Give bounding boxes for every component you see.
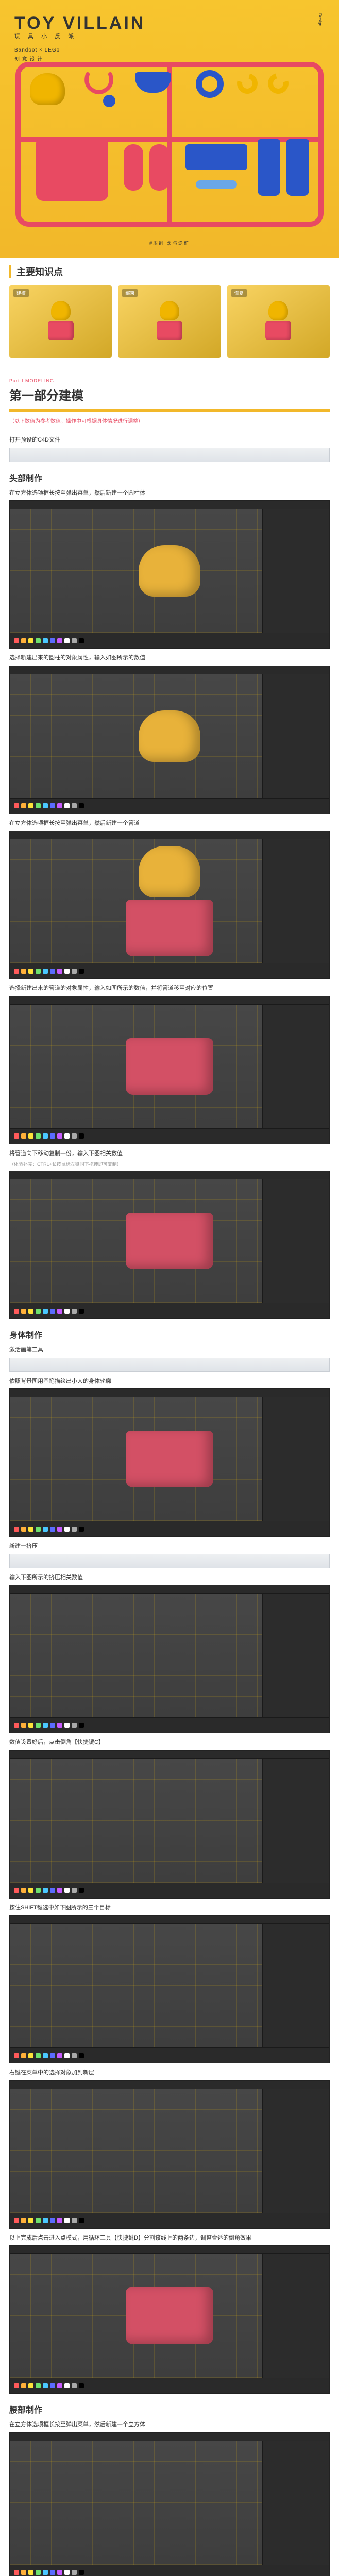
screenshot (9, 1388, 330, 1537)
part1-tag: Part I MODELING (9, 378, 330, 383)
screenshot (9, 1171, 330, 1319)
part1-title: 第一部分建模 (9, 385, 330, 403)
part-leg1 (258, 139, 280, 196)
step-hint: （体验补充：CTRL+长按鼠标左键同下拖拽即可复制） (9, 1161, 330, 1167)
knowledge-section: 主要知识点 建模 绑束 恢复 (0, 258, 339, 368)
knowledge-card: 绑束 (118, 285, 221, 358)
step-text: 右键在菜单中的选择对象加到新层 (9, 2069, 330, 2077)
screenshot (9, 1915, 330, 2063)
screenshot (9, 996, 330, 1144)
step-text: 打开预设的C4D文件 (9, 436, 330, 445)
part-arm1 (124, 144, 143, 191)
screenshot (9, 2080, 330, 2229)
step-text: 依照背景图用画笔描绘出小人的身体轮廓 (9, 1377, 330, 1386)
sprue-frame (15, 62, 324, 227)
part-hand2 (264, 70, 293, 98)
screenshot (9, 2432, 330, 2576)
part-hand1 (233, 70, 262, 98)
step-text: 新建一挤压 (9, 1542, 330, 1551)
knowledge-card: 建模 (9, 285, 112, 358)
step-text: 激活画笔工具 (9, 1346, 330, 1354)
screenshot (9, 1750, 330, 1899)
part1-header: Part I MODELING 第一部分建模 （以下数值为参考数值，操作中可根据… (0, 368, 339, 431)
step-text: 将管道向下移动复制一份，输入下图相关数值 (9, 1149, 330, 1158)
part-torso (36, 139, 108, 201)
hero-title-cn: 玩 具 小 反 派 (14, 32, 77, 40)
step-heading: 腰部制作 (9, 2403, 330, 2415)
step-text: 在立方体选项框长按至弹出菜单，然后新建一个管道 (9, 819, 330, 828)
part-ring (196, 70, 224, 98)
hero-subtitle2: 创 意 设 计 (14, 55, 43, 62)
steps-container: 打开预设的C4D文件头部制作在立方体选项框长按至弹出菜单，然后新建一个圆柱体 选… (0, 436, 339, 2576)
step-heading: 头部制作 (9, 471, 330, 484)
hero-corner-text: Design (318, 13, 323, 26)
screenshot (9, 1585, 330, 1733)
screenshot (9, 666, 330, 814)
step-text: 选择新建出来的管道的对象属性，输入如图所示的数值，并将管道移至对应的位置 (9, 984, 330, 993)
step-text: 按住SHIFT键选中如下图所示的三个目标 (9, 1904, 330, 1912)
step-text: 在立方体选项框长按至弹出菜单，然后新建一个立方体 (9, 2420, 330, 2429)
step-text: 输入下图所示的挤压相关数值 (9, 1573, 330, 1582)
screenshot-thin (9, 1358, 330, 1372)
step-text: 在立方体选项框长按至弹出菜单，然后新建一个圆柱体 (9, 489, 330, 498)
part-head (30, 73, 65, 105)
screenshot-thin (9, 1554, 330, 1568)
knowledge-card-label: 建模 (13, 289, 29, 297)
screenshot (9, 500, 330, 649)
part-leg2 (286, 139, 309, 196)
knowledge-card: 恢复 (227, 285, 330, 358)
step-heading: 身体制作 (9, 1328, 330, 1341)
hero-banner: TOY VILLAIN 玩 具 小 反 派 Bandoot × LEGo 创 意… (0, 0, 339, 258)
knowledge-card-label: 恢复 (231, 289, 247, 297)
part-axle (196, 180, 237, 189)
part-hat (135, 72, 171, 93)
hero-subtitle: Bandoot × LEGo (14, 47, 60, 53)
step-text: 以上完成后点击进入点模式，用循环工具【快捷键D】分割该线上的两条边，调整合适的倒… (9, 2234, 330, 2243)
step-text: 选择新建出来的圆柱的对象属性，输入如图所示的数值 (9, 654, 330, 663)
knowledge-row: 建模 绑束 恢复 (9, 285, 330, 358)
step-text: 数值设置好后，点击倒角【快捷键C】 (9, 1738, 330, 1747)
screenshot (9, 2245, 330, 2394)
part1-hr (9, 409, 330, 412)
part-stethoscope (82, 70, 118, 111)
hero-tags: #周刮 @与途前 (149, 240, 190, 246)
hero-title-en: TOY VILLAIN (14, 13, 145, 33)
screenshot (9, 831, 330, 979)
knowledge-title: 主要知识点 (9, 265, 330, 278)
screenshot-thin (9, 448, 330, 462)
part1-note: （以下数值为参考数值，操作中可根据具体情况进行调整） (9, 417, 330, 425)
part-arm2 (149, 144, 169, 191)
knowledge-card-label: 绑束 (122, 289, 138, 297)
part-hips (185, 144, 247, 170)
